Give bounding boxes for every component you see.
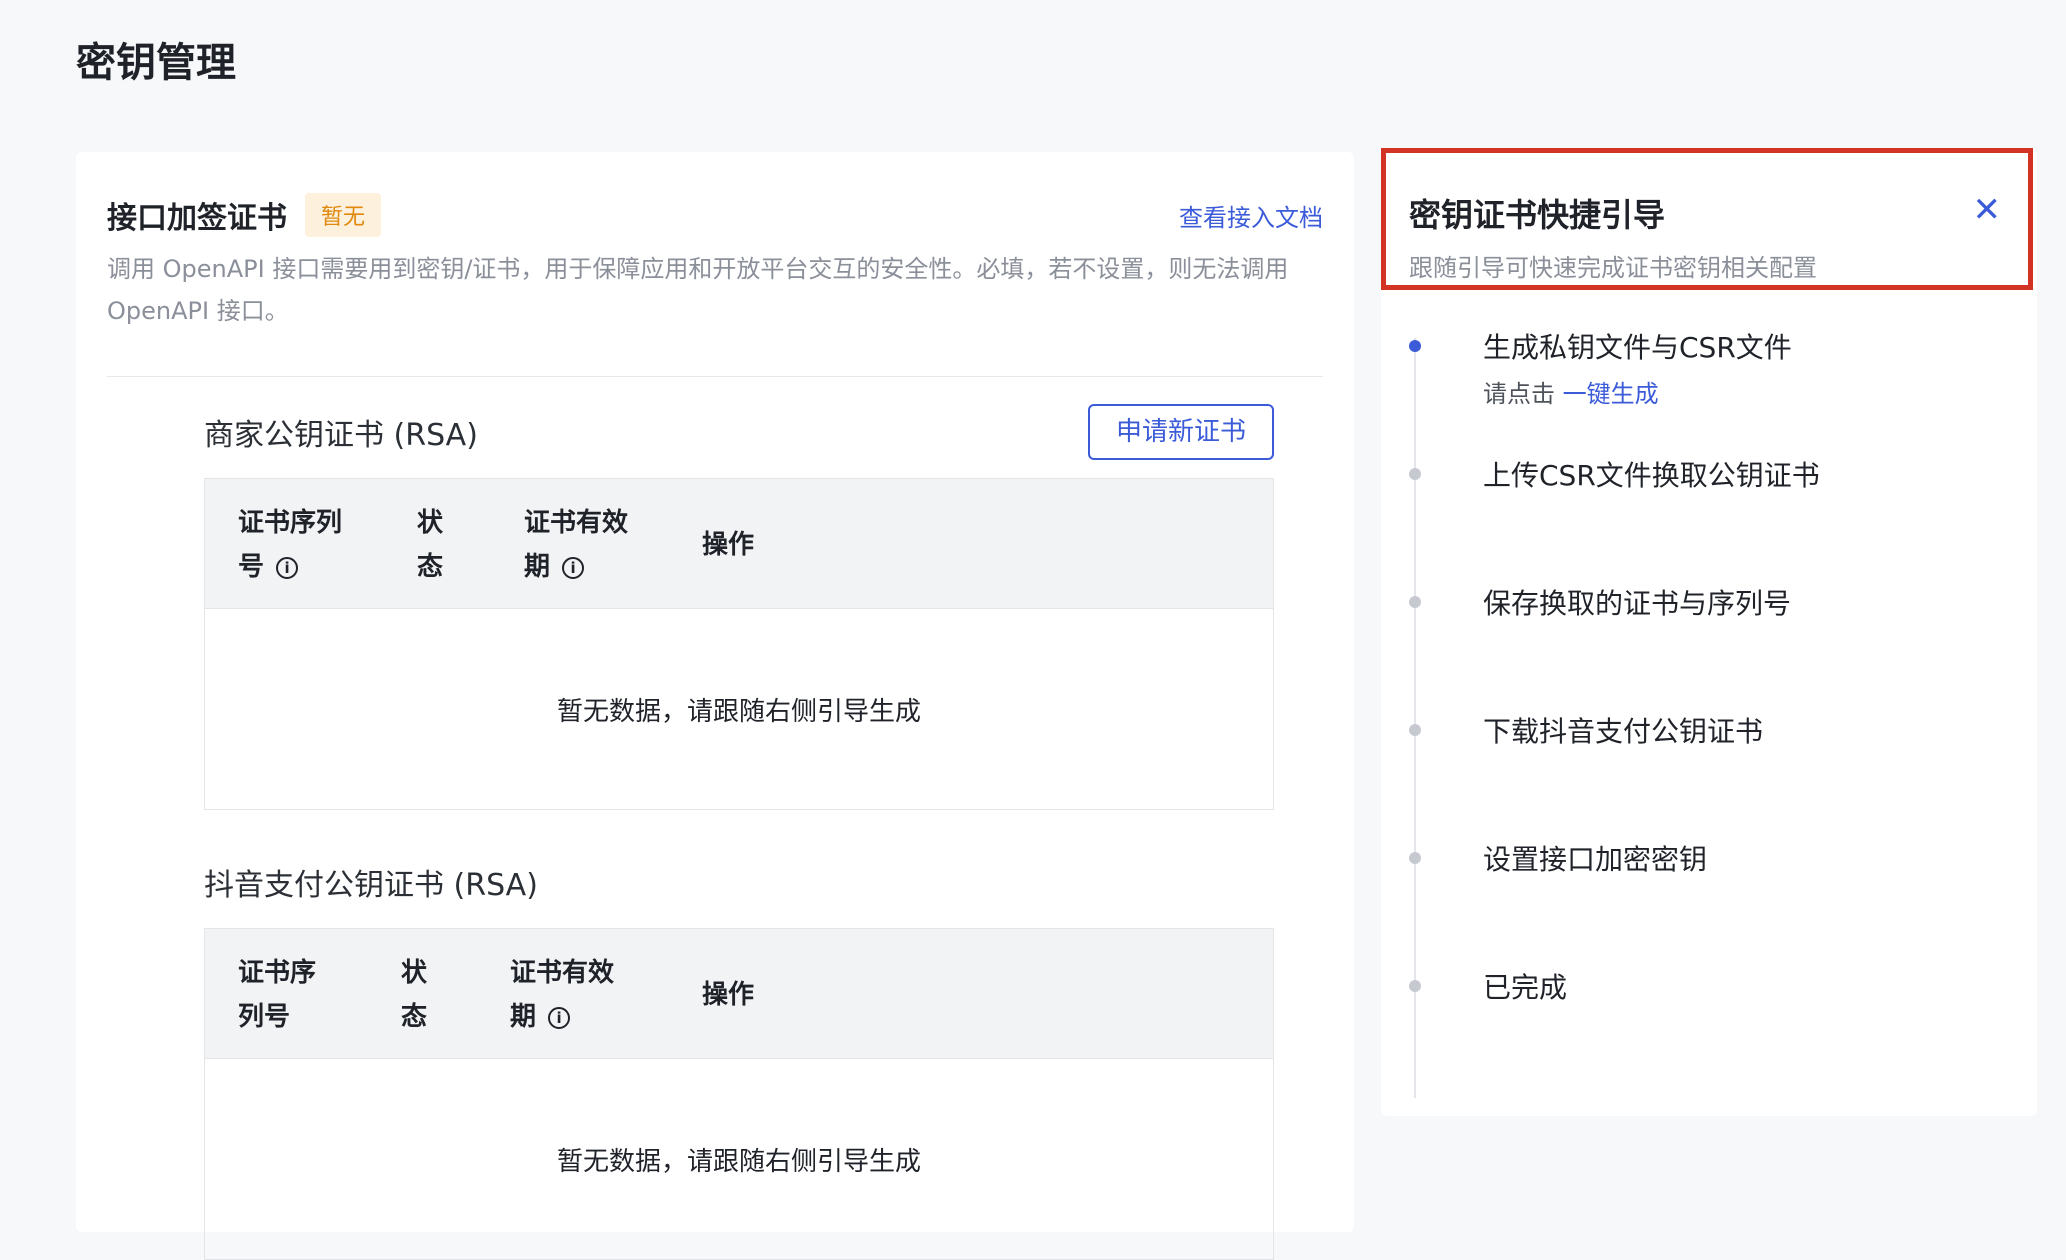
page-title: 密钥管理	[76, 40, 236, 86]
merchant-public-key-section: 商家公钥证书 (RSA) 申请新证书 证书序列 号i 状 态 证书有效 期i 操…	[204, 404, 1274, 810]
step-label: 生成私钥文件与CSR文件	[1483, 331, 1792, 364]
divider	[107, 376, 1323, 377]
quick-guide-panel: 密钥证书快捷引导 ✕ 跟随引导可快速完成证书密钥相关配置 生成私钥文件与CSR文…	[1381, 148, 2037, 1116]
column-status: 状 态	[417, 508, 444, 582]
info-icon[interactable]: i	[562, 557, 585, 579]
view-docs-link[interactable]: 查看接入文档	[1179, 198, 1323, 233]
certificate-table: 证书序列 号i 状 态 证书有效 期i 操作 暂无数据，请跟随右侧引导生成	[204, 478, 1274, 810]
card-description: 调用 OpenAPI 接口需要用到密钥/证书，用于保障应用和开放平台交互的安全性…	[107, 255, 1289, 325]
status-badge: 暂无	[305, 193, 382, 237]
card-title: 接口加签证书	[107, 201, 287, 236]
step-dot	[1409, 980, 1421, 992]
apply-new-certificate-button[interactable]: 申请新证书	[1087, 404, 1274, 460]
column-serial-number: 证书序 列号	[238, 958, 317, 1032]
step-label: 已完成	[1483, 971, 1568, 1004]
column-validity: 证书有效 期i	[510, 958, 615, 1032]
info-icon[interactable]: i	[276, 557, 299, 579]
column-serial-number: 证书序列 号i	[238, 508, 343, 582]
table-header: 证书序列 号i 状 态 证书有效 期i 操作	[205, 479, 1273, 609]
step-dot-active	[1409, 340, 1421, 352]
column-actions: 操作	[702, 530, 755, 560]
signing-certificate-card: 接口加签证书 暂无 查看接入文档 调用 OpenAPI 接口需要用到密钥/证书，…	[76, 152, 1354, 1260]
certificate-table: 证书序 列号 状 态 证书有效 期i 操作 暂无数据，请跟随右侧引导生成	[204, 928, 1274, 1260]
guide-title: 密钥证书快捷引导	[1409, 196, 1666, 234]
step-dot	[1409, 724, 1421, 736]
one-click-generate-link[interactable]: 一键生成	[1563, 380, 1659, 408]
column-actions: 操作	[702, 980, 755, 1010]
step-dot	[1409, 468, 1421, 480]
douyin-pay-public-key-section: 抖音支付公钥证书 (RSA) 证书序 列号 状 态 证书有效 期i 操作 暂无数…	[204, 854, 1274, 1260]
section-title: 商家公钥证书 (RSA)	[204, 418, 478, 453]
empty-state: 暂无数据，请跟随右侧引导生成	[556, 696, 921, 727]
step-dot	[1409, 852, 1421, 864]
step-label: 设置接口加密密钥	[1483, 843, 1708, 876]
section-title: 抖音支付公钥证书 (RSA)	[204, 868, 538, 903]
step-hint: 请点击 一键生成	[1483, 380, 1659, 408]
column-status: 状 态	[401, 958, 428, 1032]
step-dot	[1409, 596, 1421, 608]
guide-subtitle: 跟随引导可快速完成证书密钥相关配置	[1409, 254, 1817, 282]
step-label: 保存换取的证书与序列号	[1483, 587, 1792, 620]
card-header: 接口加签证书 暂无 查看接入文档 调用 OpenAPI 接口需要用到密钥/证书，…	[107, 192, 1323, 332]
step-label: 下载抖音支付公钥证书	[1483, 715, 1764, 748]
empty-state: 暂无数据，请跟随右侧引导生成	[556, 1146, 921, 1177]
column-validity: 证书有效 期i	[524, 508, 629, 582]
close-icon[interactable]: ✕	[1973, 190, 2002, 230]
info-icon[interactable]: i	[548, 1007, 571, 1029]
step-label: 上传CSR文件换取公钥证书	[1483, 459, 1820, 492]
table-header: 证书序 列号 状 态 证书有效 期i 操作	[205, 929, 1273, 1059]
